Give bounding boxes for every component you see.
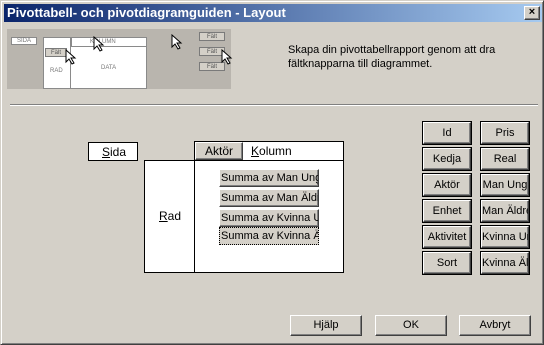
data-field-button[interactable]: Summa av Man Äldre	[219, 189, 319, 207]
preview-field-button: Fält	[199, 32, 225, 41]
preview-page-area: SIDA	[11, 37, 37, 45]
row-area-label: Rad	[159, 209, 181, 223]
window-title: Pivottabell- och pivotdiagramguiden - La…	[7, 5, 286, 20]
column-area-label: Kolumn	[251, 144, 292, 158]
cursor-arrow-icon	[93, 36, 105, 52]
field-outline: Kvinna Äldre	[480, 251, 530, 275]
field-button-aktor[interactable]: Aktör	[423, 174, 471, 196]
preview-data-label: DATA	[101, 65, 117, 71]
page-drop-area[interactable]: Sida	[88, 142, 138, 161]
field-outline: Enhet	[422, 199, 472, 223]
field-button-kvinna-aldre[interactable]: Kvinna Äldre	[481, 252, 529, 274]
data-field-button-focused[interactable]: Summa av Kvinna Äldre	[219, 227, 319, 245]
field-button-real[interactable]: Real	[481, 148, 529, 170]
field-button-aktivitet[interactable]: Aktivitet	[423, 226, 471, 248]
preview-row-label: RAD	[50, 68, 63, 74]
pivot-layout-dialog: Pivottabell- och pivotdiagramguiden - La…	[0, 0, 544, 345]
data-field-button[interactable]: Summa av Man Ung	[219, 169, 319, 187]
field-button-enhet[interactable]: Enhet	[423, 200, 471, 222]
row-area-label-rest: ad	[167, 209, 182, 223]
field-outline: Man Ung	[480, 173, 530, 197]
preview-page-label: SIDA	[16, 38, 31, 44]
field-button-sort[interactable]: Sort	[423, 252, 471, 274]
field-outline: Real	[480, 147, 530, 171]
instructions-text: Skapa din pivottabellrapport genom att d…	[288, 44, 496, 70]
data-field-button[interactable]: Summa av Kvinna Ung	[219, 209, 319, 227]
field-outline: Id	[422, 121, 472, 145]
field-outline: Sort	[422, 251, 472, 275]
column-area-label-mnemonic: K	[251, 144, 260, 158]
column-area-label-rest: olumn	[259, 144, 292, 158]
page-area-label-mnemonic: S	[102, 145, 111, 159]
separator	[10, 104, 538, 106]
field-outline: Man Äldre	[480, 199, 530, 223]
field-button-man-aldre[interactable]: Man Äldre	[481, 200, 529, 222]
field-outline: Aktivitet	[422, 225, 472, 249]
row-drop-area[interactable]: Rad	[144, 160, 195, 273]
field-outline: Kvinna Ung	[480, 225, 530, 249]
page-area-label-rest: ida	[110, 145, 127, 159]
help-button[interactable]: Hjälp	[290, 315, 362, 336]
column-field-aktor[interactable]: Aktör	[195, 142, 243, 160]
field-button-kvinna-ung[interactable]: Kvinna Ung	[481, 226, 529, 248]
ok-button[interactable]: OK	[375, 315, 447, 336]
close-button[interactable]: ×	[524, 6, 540, 20]
title-bar: Pivottabell- och pivotdiagramguiden - La…	[4, 4, 542, 22]
field-outline: Aktör	[422, 173, 472, 197]
help-label-rest: älp	[323, 319, 339, 331]
field-outline: Pris	[480, 121, 530, 145]
cursor-arrow-icon	[171, 34, 183, 50]
layout-preview-image: SIDA RAD KOLUMN DATA Fält Fält Fält Fält	[7, 29, 233, 89]
close-icon: ×	[528, 6, 536, 18]
field-button-man-ung[interactable]: Man Ung	[481, 174, 529, 196]
preview-field-button: Fält	[45, 48, 67, 57]
column-drop-area[interactable]: Aktör Kolumn	[194, 141, 344, 161]
cancel-button[interactable]: Avbryt	[459, 315, 531, 336]
field-button-pris[interactable]: Pris	[481, 122, 529, 144]
preview-column-area: KOLUMN	[71, 37, 147, 47]
data-drop-area[interactable]: Summa av Man Ung Summa av Man Äldre Summ…	[194, 160, 344, 273]
cursor-arrow-icon	[65, 49, 77, 65]
field-button-kedja[interactable]: Kedja	[423, 148, 471, 170]
field-outline: Kedja	[422, 147, 472, 171]
cursor-arrow-icon	[221, 49, 233, 65]
row-area-label-mnemonic: R	[159, 209, 168, 223]
field-button-id[interactable]: Id	[423, 122, 471, 144]
page-area-label: Sida	[102, 145, 126, 159]
